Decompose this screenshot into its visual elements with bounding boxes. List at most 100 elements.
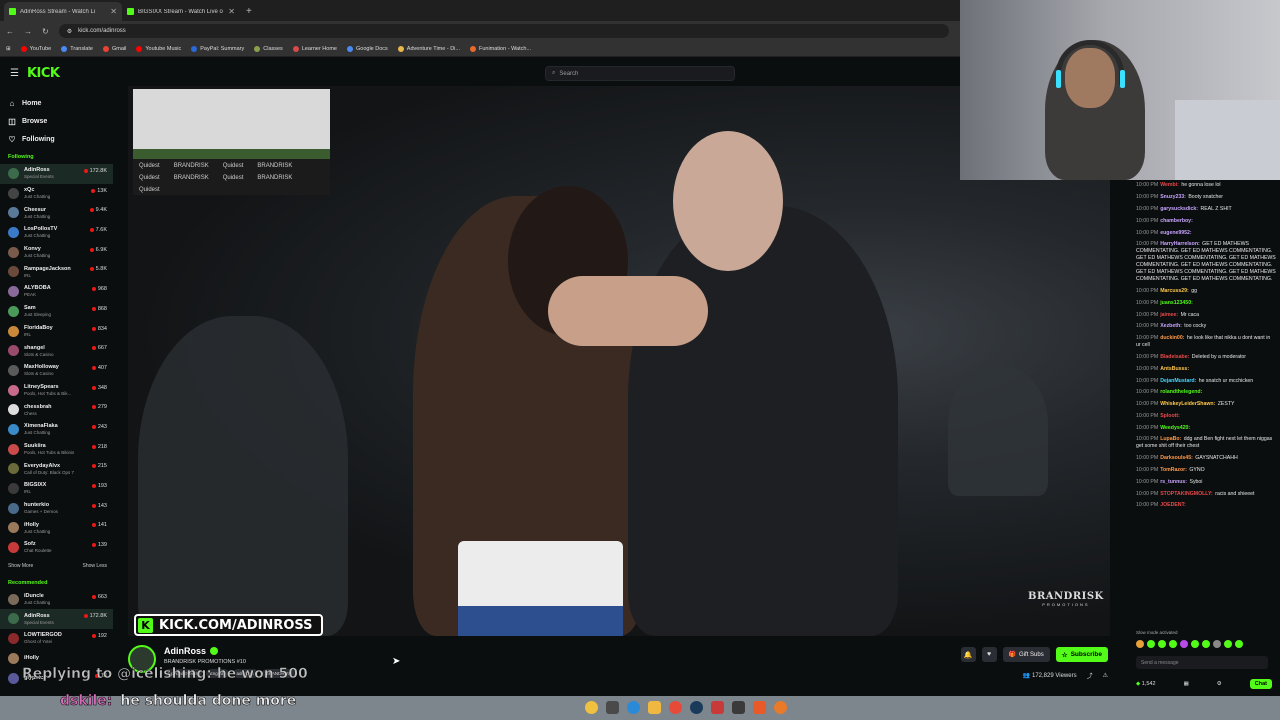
sidebar-channel-litneyspears[interactable]: LitneySpears Pools, Hot Tubs & Bik... 348 <box>0 381 113 401</box>
emote-icon[interactable] <box>1224 640 1232 648</box>
bookmark-funimation[interactable]: Funimation - Watch... <box>469 45 531 52</box>
message-user[interactable]: juans123450: <box>1160 300 1193 306</box>
browser-tab-adinross[interactable]: AdinRoss Stream - Watch Li ✕ <box>4 2 122 21</box>
emote-icon[interactable] <box>1158 640 1166 648</box>
bookmark-youtube[interactable]: YouTube <box>20 45 51 52</box>
warning-icon[interactable]: ⚠ <box>1103 672 1108 679</box>
message-user[interactable]: Bladeisabe: <box>1160 354 1189 360</box>
emote-icon[interactable] <box>1191 640 1199 648</box>
heart-icon[interactable]: ♥ <box>981 647 997 662</box>
apps-icon[interactable]: ⊞ <box>6 46 11 52</box>
chat-send-button[interactable]: Chat <box>1249 679 1272 689</box>
browser-tab-bigsixx[interactable]: BIGSIXX Stream - Watch Live o ✕ <box>122 2 240 21</box>
message-user[interactable]: DejanMustard: <box>1160 378 1196 384</box>
subscribe-button[interactable]: ☆ Subscribe <box>1055 647 1108 662</box>
bookmark-gmail[interactable]: Gmail <box>102 45 126 52</box>
close-icon[interactable]: ✕ <box>110 7 117 16</box>
sidebar-channel-ximenaflaka[interactable]: XimenaFlaka Just Chatting 243 <box>0 420 113 440</box>
kick-logo[interactable]: KICK <box>27 66 60 81</box>
sidebar-channel-adinross[interactable]: AdinRoss Special Events 172.8K <box>0 164 113 184</box>
sidebar-channel-maxholloway[interactable]: MaxHolloway Slots & Casino 407 <box>0 361 113 381</box>
share-icon[interactable]: ⤴ <box>1087 671 1093 680</box>
message-user[interactable]: Marcuss29: <box>1160 288 1189 294</box>
sidebar-channel-floridaboy[interactable]: FloridaBoy IRL 834 <box>0 322 113 342</box>
gift-subs-button[interactable]: 🎁 Gift Subs <box>1002 647 1050 662</box>
url-field[interactable]: ⚙ kick.com/adinross <box>58 24 949 38</box>
message-user[interactable]: WhiskeyLeiderShawn: <box>1160 401 1215 407</box>
sidebar-channel-suukiira[interactable]: Suukiira Pools, Hot Tubs & Bikinis 218 <box>0 440 113 460</box>
bookmark-learner-home[interactable]: Learner Home <box>292 45 337 52</box>
message-user[interactable]: HarryHarrelson: <box>1160 241 1200 247</box>
bookmark-translate[interactable]: Translate <box>61 45 93 52</box>
sidebar-channel-hunterkio[interactable]: hunterkio Games + Demos 143 <box>0 499 113 519</box>
sidebar-channel-adinross[interactable]: AdinRoss Special Events 172.8K <box>0 609 113 630</box>
sidebar-channel-lowtiergod[interactable]: LOWTIERGOD Ghost of Yotei 192 <box>0 629 113 649</box>
site-info-icon[interactable]: ⚙ <box>67 28 72 35</box>
calendar-icon[interactable]: ▦ <box>1184 681 1189 687</box>
forward-icon[interactable]: → <box>24 27 32 36</box>
message-user[interactable]: garysucksdick: <box>1160 206 1198 212</box>
emote-icon[interactable] <box>1169 640 1177 648</box>
sidebar-channel-everydayalvx[interactable]: EverydayAlvx Call of Duty: Black Ops 7 215 <box>0 459 113 479</box>
back-icon[interactable]: ← <box>6 27 14 36</box>
show-more-button[interactable]: Show More <box>8 563 33 574</box>
message-user[interactable]: Weedys420: <box>1160 425 1190 431</box>
bell-icon[interactable]: 🔔 <box>960 647 976 662</box>
message-user[interactable]: duckin00: <box>1160 335 1184 341</box>
emote-icon[interactable] <box>1180 640 1188 648</box>
sidebar-channel-sofz[interactable]: Sofz Chat Roulette 139 <box>0 538 113 558</box>
sidebar-channel-sam[interactable]: Sam Just Sleeping 868 <box>0 302 113 322</box>
message-user[interactable]: TomRazor: <box>1160 467 1187 473</box>
emote-icon[interactable] <box>1202 640 1210 648</box>
emote-icon[interactable] <box>1213 640 1221 648</box>
settings-icon[interactable]: ⚙ <box>1217 681 1222 687</box>
steam-icon[interactable] <box>690 701 703 714</box>
sidebar-channel-shangel[interactable]: shangel Slots & Casino 667 <box>0 341 113 361</box>
new-tab-icon[interactable]: + <box>240 2 258 21</box>
message-user[interactable]: JOEDENT: <box>1160 502 1186 508</box>
message-user[interactable]: AntsBusss: <box>1160 366 1189 372</box>
brave-icon[interactable] <box>753 701 766 714</box>
message-user[interactable]: Sploott: <box>1160 413 1180 419</box>
sidebar-channel-rampagejackson[interactable]: RampageJackson IRL 5.8K <box>0 262 113 282</box>
sidebar-channel-iholly[interactable]: iHolly Just Chatting 141 <box>0 518 113 538</box>
sidebar-channel-konvy[interactable]: Konvy Just Chatting 6.9K <box>0 243 113 263</box>
message-user[interactable]: rolandthelegend: <box>1160 389 1202 395</box>
chrome-icon[interactable] <box>669 701 682 714</box>
emote-icon[interactable] <box>1136 640 1144 648</box>
file-explorer-icon[interactable] <box>648 701 661 714</box>
sidebar-channel-iduncle[interactable]: iDuncle Just Chatting 663 <box>0 590 113 610</box>
bookmark-youtube-music[interactable]: Youtube Music <box>136 45 181 52</box>
channel-points[interactable]: ◆ 1,542 <box>1136 681 1156 687</box>
bookmark-google-docs[interactable]: Google Docs <box>346 45 388 52</box>
close-icon[interactable]: ✕ <box>228 7 235 16</box>
message-user[interactable]: Wembi: <box>1160 182 1179 188</box>
sidebar-channel-bigsixx[interactable]: BIGSIXX IRL 193 <box>0 479 113 499</box>
streamer-name[interactable]: AdinRoss <box>164 646 219 656</box>
menu-icon[interactable]: ☰ <box>10 68 19 79</box>
search-input[interactable]: ⌕ Search <box>545 66 735 81</box>
sidebar-channel-chessbrah[interactable]: chessbrah Chess 279 <box>0 400 113 420</box>
sidebar-channel-xqc[interactable]: xQc Just Chatting 13K <box>0 184 113 204</box>
emote-icon[interactable] <box>1147 640 1155 648</box>
chat-input[interactable]: Send a message <box>1136 656 1268 669</box>
reload-icon[interactable]: ↻ <box>42 27 49 36</box>
message-user[interactable]: STOPTAKINGMOLLY: <box>1160 491 1213 497</box>
message-user[interactable]: eugene9952: <box>1160 230 1191 236</box>
message-user[interactable]: rs_tunnus: <box>1160 479 1187 485</box>
sidebar-channel-cheesur[interactable]: Cheesur Just Chatting 9.4K <box>0 203 113 223</box>
edge-icon[interactable] <box>627 701 640 714</box>
app-icon[interactable] <box>732 701 745 714</box>
message-user[interactable]: jaimee: <box>1160 312 1178 318</box>
bookmark-adventure-time[interactable]: Adventure Time - Di... <box>397 45 460 52</box>
emote-icon[interactable] <box>1235 640 1243 648</box>
explorer-icon[interactable] <box>606 701 619 714</box>
message-user[interactable]: chamberboy: <box>1160 218 1193 224</box>
widgets-icon[interactable] <box>585 701 598 714</box>
bookmark-classes[interactable]: Classes <box>254 45 283 52</box>
show-less-button[interactable]: Show Less <box>83 563 107 574</box>
message-user[interactable]: Snuzy233: <box>1160 194 1186 200</box>
bookmark-paypal[interactable]: PayPal: Summary <box>191 45 244 52</box>
sidebar-channel-alyboba[interactable]: ALYBOBA PEAK 968 <box>0 282 113 302</box>
message-user[interactable]: LupaBo: <box>1160 436 1181 442</box>
